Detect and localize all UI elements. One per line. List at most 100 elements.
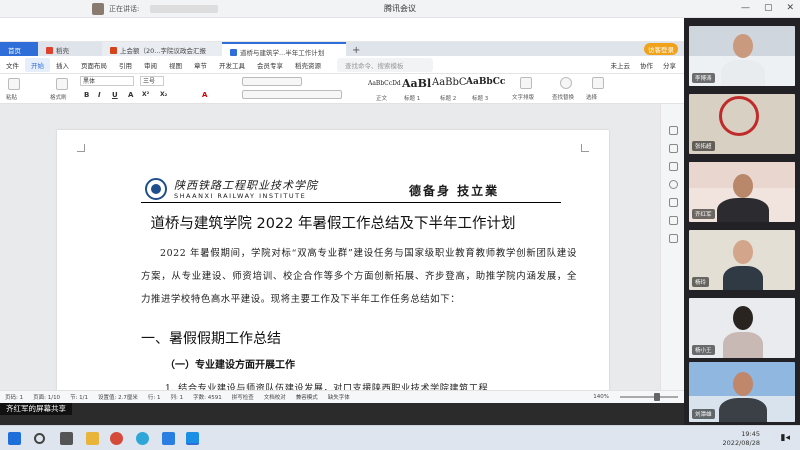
style-heading3-preview[interactable]: AaBbCc: [466, 77, 505, 87]
status-pages[interactable]: 页面: 1/10: [28, 393, 65, 401]
tab-document-1-label: 上会额（20...字院议政会汇报: [120, 47, 206, 55]
tab-docer[interactable]: 稻壳: [38, 42, 102, 56]
menu-view[interactable]: 视图: [163, 60, 188, 70]
chrome-icon[interactable]: [110, 432, 123, 445]
style-heading1-preview[interactable]: AaBl: [402, 77, 431, 90]
zoom-level[interactable]: 140%: [588, 394, 614, 400]
maximize-button[interactable]: ▢: [764, 3, 773, 13]
screen: 腾讯会议 正在讲话: — ▢ ✕ 首页 稻壳 上会额（20...字院议政会汇报 …: [0, 0, 800, 450]
wps-writer-icon: [230, 49, 237, 56]
help-icon[interactable]: [669, 180, 678, 189]
menu-member[interactable]: 会员专享: [251, 60, 289, 70]
share-button[interactable]: 分享: [663, 60, 676, 70]
menu-start[interactable]: 开始: [25, 57, 50, 72]
store-icon[interactable]: [162, 432, 175, 445]
paste-icon[interactable]: [8, 78, 20, 90]
shape-icon[interactable]: [669, 162, 678, 171]
notification-icon[interactable]: ▮◂: [781, 433, 790, 443]
paragraph-tools[interactable]: [242, 77, 302, 86]
superscript-button[interactable]: X²: [142, 91, 149, 98]
clock-date: 2022/08/28: [722, 439, 760, 447]
edit-icon[interactable]: [669, 126, 678, 135]
tencent-meeting-icon[interactable]: [186, 432, 199, 445]
file-explorer-icon[interactable]: [86, 432, 99, 445]
task-view-icon[interactable]: [60, 432, 73, 445]
alignment-tools[interactable]: [242, 90, 342, 99]
participant-video[interactable]: 刘潭雄: [689, 362, 795, 422]
tools-icon[interactable]: [669, 234, 678, 243]
status-section: 节: 1/1: [70, 395, 89, 401]
school-name-cn: 陕西铁路工程职业技术学院: [174, 179, 318, 192]
document-page[interactable]: 陕西铁路工程职业技术学院 SHAANXI RAILWAY INSTITUTE 德…: [57, 130, 609, 390]
underline-button[interactable]: U: [112, 91, 118, 99]
section-heading-1: 一、暑假假期工作总结: [141, 331, 281, 347]
subscript-button[interactable]: X₂: [160, 91, 167, 98]
search-icon[interactable]: [34, 433, 45, 444]
select-icon[interactable]: [592, 77, 604, 89]
missing-font[interactable]: 缺失字体: [323, 393, 355, 401]
collaborate-button[interactable]: 协作: [640, 60, 653, 70]
command-search-input[interactable]: 查找命令、搜索模板: [337, 57, 433, 72]
participant-face: [733, 240, 753, 264]
edge-icon[interactable]: [136, 432, 149, 445]
menu-developer[interactable]: 开发工具: [213, 60, 251, 70]
window-controls: — ▢ ✕: [741, 3, 794, 13]
format-painter-icon[interactable]: [56, 78, 68, 90]
windows-start-icon[interactable]: [8, 432, 21, 445]
school-name-en: SHAANXI RAILWAY INSTITUTE: [174, 192, 307, 200]
login-button[interactable]: 访客登录: [644, 43, 678, 55]
menu-chapter[interactable]: 章节: [188, 60, 213, 70]
cloud-status[interactable]: 未上云: [611, 60, 631, 70]
text-layout-icon[interactable]: [520, 77, 532, 89]
text-layout-label: 文字排版: [512, 95, 535, 101]
font-name-select[interactable]: 黑体: [80, 76, 134, 86]
italic-button[interactable]: I: [98, 91, 101, 99]
participant-video[interactable]: 张拓超: [689, 94, 795, 154]
participant-video[interactable]: 李博涛: [689, 26, 795, 86]
font-color-button[interactable]: A: [202, 91, 207, 99]
status-words[interactable]: 字数: 4591: [188, 393, 227, 401]
participant-body: [723, 266, 763, 290]
participant-body: [723, 332, 763, 358]
select-object-icon[interactable]: [669, 144, 678, 153]
minimize-button[interactable]: —: [741, 3, 750, 13]
intro-paragraph: 2022 年暑假期间，学院对标“双高专业群”建设任务与国家级职业教育教师教学创新…: [141, 248, 577, 305]
tab-home[interactable]: 首页: [0, 42, 38, 56]
menu-reference[interactable]: 引用: [113, 60, 138, 70]
zoom-slider[interactable]: [620, 393, 678, 401]
close-button[interactable]: ✕: [786, 3, 794, 13]
menu-file[interactable]: 文件: [0, 60, 25, 70]
style-heading1-caption: 标题 1: [404, 96, 421, 102]
participant-name: 杨小王: [692, 345, 715, 355]
participant-video[interactable]: 杨玲: [689, 230, 795, 290]
menu-layout[interactable]: 页面布局: [75, 60, 113, 70]
document-title: 道桥与建筑学院 2022 年暑假工作总结及下半年工作计划: [150, 216, 516, 232]
participant-panel: 李博涛 张拓超 齐红军 杨玲 杨小王 刘潭雄: [684, 18, 800, 425]
menu-review[interactable]: 审阅: [138, 60, 163, 70]
style-heading3-caption: 标题 3: [472, 96, 489, 102]
style-heading2-preview[interactable]: AaBbC: [432, 77, 467, 88]
tab-document-1[interactable]: 上会额（20...字院议政会汇报: [102, 42, 222, 56]
spell-check-toggle[interactable]: 拼写检查: [227, 393, 259, 401]
participant-name: 李博涛: [692, 73, 715, 83]
new-tab-button[interactable]: +: [346, 45, 368, 56]
menu-docer-resources[interactable]: 稻壳资源: [289, 60, 327, 70]
find-replace-icon[interactable]: [560, 77, 572, 89]
settings-icon[interactable]: [669, 216, 678, 225]
strikethrough-button[interactable]: A: [128, 91, 133, 99]
meeting-share-header: [0, 18, 684, 42]
font-size-select[interactable]: 三号: [140, 76, 164, 86]
participant-video[interactable]: 杨小王: [689, 298, 795, 358]
system-clock[interactable]: 19:45 2022/08/28: [723, 430, 760, 448]
menu-insert[interactable]: 插入: [50, 60, 75, 70]
participant-video[interactable]: 齐红军: [689, 162, 795, 222]
taskbar: 19:45 2022/08/28 ▮◂: [0, 425, 800, 450]
right-sidebar: [660, 104, 684, 390]
clock-time: 19:45: [741, 430, 760, 438]
proofread-toggle[interactable]: 文档校对: [259, 393, 291, 401]
style-normal-preview[interactable]: AaBbCcDd: [368, 80, 401, 87]
document-canvas[interactable]: 陕西铁路工程职业技术学院 SHAANXI RAILWAY INSTITUTE 德…: [0, 104, 660, 390]
bold-button[interactable]: B: [84, 91, 89, 99]
property-icon[interactable]: [669, 198, 678, 207]
tab-document-active[interactable]: 道桥与建筑学...半年工作计划: [222, 42, 346, 57]
